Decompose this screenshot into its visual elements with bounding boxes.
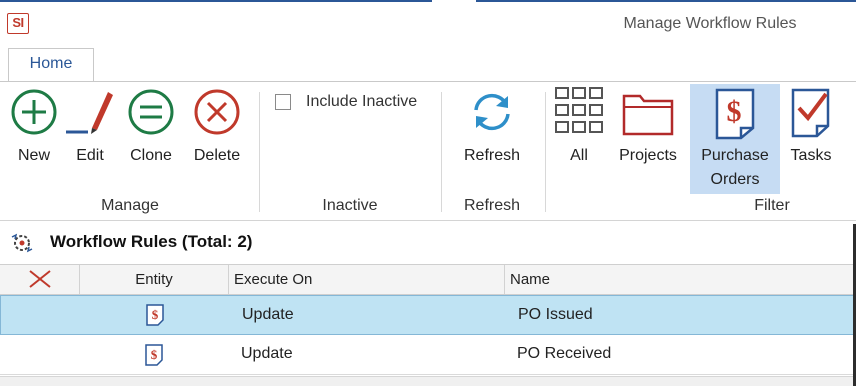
separator	[259, 92, 260, 212]
purchase-orders-label-line2: Orders	[710, 171, 760, 188]
execute-on-cell: Update	[242, 306, 294, 323]
window-top-border-gap	[432, 0, 476, 2]
edit-label: Edit	[76, 147, 104, 164]
clone-label: Clone	[130, 147, 172, 164]
workflow-gear-icon	[11, 233, 33, 253]
folder-icon	[622, 94, 674, 136]
refresh-button[interactable]: Refresh	[456, 88, 528, 170]
filter-projects-button[interactable]: Projects	[612, 86, 684, 170]
clear-x-icon	[29, 270, 51, 288]
purchase-order-icon: $	[715, 88, 755, 140]
filter-purchase-orders-button[interactable]: $ Purchase Orders	[690, 84, 780, 194]
x-circle-icon	[194, 89, 240, 135]
purchase-orders-label-line1: Purchase	[701, 147, 769, 164]
inactive-group-label: Inactive	[322, 197, 378, 214]
projects-label: Projects	[619, 147, 677, 164]
column-header-entity[interactable]: Entity	[80, 265, 229, 294]
include-inactive-checkbox[interactable]	[275, 94, 291, 110]
delete-label: Delete	[193, 147, 241, 164]
tab-home[interactable]: Home	[8, 48, 94, 82]
separator	[545, 92, 546, 212]
separator	[441, 92, 442, 212]
name-cell: PO Received	[517, 345, 612, 362]
new-label: New	[17, 147, 50, 164]
filter-group-label: Filter	[754, 197, 790, 214]
clone-button[interactable]: Clone	[122, 88, 180, 170]
new-button[interactable]: New	[6, 88, 62, 170]
task-check-icon	[791, 88, 830, 138]
svg-text:$: $	[152, 307, 159, 322]
tasks-label: Tasks	[790, 147, 832, 164]
table-row[interactable]: $ Update PO Issued	[0, 295, 856, 335]
delete-button[interactable]: Delete	[186, 88, 248, 170]
column-header-name[interactable]: Name	[505, 265, 856, 294]
include-inactive-label[interactable]: Include Inactive	[306, 93, 417, 111]
execute-on-cell: Update	[241, 345, 293, 362]
app-logo: SI	[7, 13, 29, 34]
equals-circle-icon	[128, 89, 174, 135]
filter-all-button[interactable]: All	[552, 86, 606, 170]
svg-text:$: $	[151, 347, 158, 362]
clear-filter-header[interactable]	[0, 265, 80, 294]
refresh-label: Refresh	[463, 147, 521, 164]
column-header-execute-on[interactable]: Execute On	[229, 265, 505, 294]
grid-header: Entity Execute On Name	[0, 264, 856, 295]
refresh-icon	[474, 93, 510, 131]
edit-button[interactable]: Edit	[64, 88, 116, 170]
all-label: All	[570, 147, 588, 164]
section-title: Workflow Rules (Total: 2)	[50, 232, 253, 251]
name-cell: PO Issued	[518, 306, 593, 323]
window-top-border	[0, 0, 856, 2]
pencil-icon	[66, 92, 113, 134]
purchase-order-icon: $	[145, 344, 163, 366]
plus-circle-icon	[11, 89, 57, 135]
svg-text:$: $	[727, 95, 742, 128]
table-row[interactable]: $ Update PO Received	[0, 335, 856, 375]
filter-tasks-button[interactable]: Tasks	[784, 86, 838, 170]
grid-icon	[555, 87, 603, 133]
purchase-order-icon: $	[146, 304, 164, 326]
grid-footer	[0, 376, 856, 386]
window-title: Manage Workflow Rules	[623, 15, 797, 32]
refresh-group-label: Refresh	[463, 197, 521, 214]
manage-group-label: Manage	[101, 197, 159, 214]
